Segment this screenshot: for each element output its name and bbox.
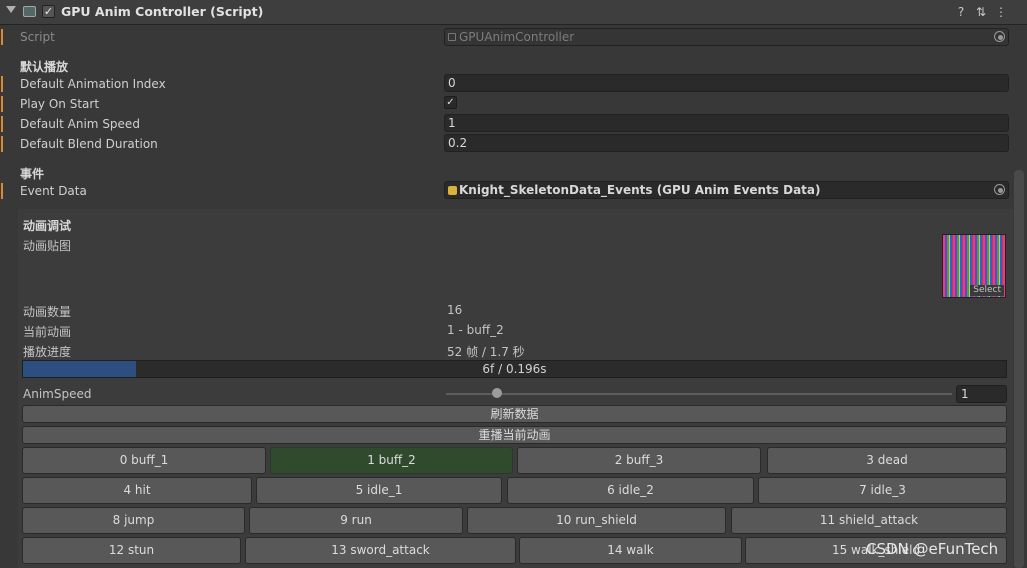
default-anim-speed-label: Default Anim Speed <box>20 117 140 131</box>
anim-button[interactable]: 7 idle_3 <box>758 477 1007 504</box>
override-marker <box>1 116 3 132</box>
default-blend-duration-label: Default Blend Duration <box>20 137 158 151</box>
anim-button[interactable]: 11 shield_attack <box>731 507 1007 534</box>
anim-button[interactable]: 2 buff_3 <box>517 447 761 474</box>
override-marker <box>1 76 3 92</box>
progress-bar-text: 6f / 0.196s <box>482 362 547 376</box>
play-on-start-label: Play On Start <box>20 97 100 111</box>
anim-button[interactable]: 8 jump <box>22 507 245 534</box>
progress-label: 播放进度 <box>23 345 72 359</box>
event-data-label: Event Data <box>20 184 87 198</box>
component-title: GPU Anim Controller (Script) <box>61 4 264 19</box>
progress-value: 52 帧 / 1.7 秒 <box>447 345 525 359</box>
anim-button[interactable]: 12 stun <box>22 537 241 564</box>
default-animation-index-label: Default Animation Index <box>20 77 166 91</box>
animation-texture-thumbnail[interactable]: Select <box>942 234 1006 298</box>
texture-select-button[interactable]: Select <box>970 285 1004 296</box>
script-component-icon <box>23 6 36 17</box>
script-file-icon <box>448 33 456 41</box>
anim-speed-label: AnimSpeed <box>23 387 92 401</box>
anim-button[interactable]: 13 sword_attack <box>245 537 516 564</box>
anim-button[interactable]: 9 run <box>249 507 463 534</box>
default-blend-duration-field[interactable]: 0.2 <box>444 134 1009 152</box>
anim-button[interactable]: 3 dead <box>767 447 1007 474</box>
help-icon[interactable]: ? <box>954 4 968 20</box>
presets-icon[interactable]: ⇅ <box>974 4 988 20</box>
replay-current-anim-button[interactable]: 重播当前动画 <box>22 426 1007 444</box>
override-marker <box>1 136 3 152</box>
default-anim-speed-field[interactable]: 1 <box>444 114 1009 132</box>
anim-speed-slider-thumb[interactable] <box>491 388 502 398</box>
inspector-scrollbar[interactable] <box>1014 170 1024 568</box>
anim-button[interactable]: 14 walk <box>519 537 742 564</box>
event-data-field[interactable]: Knight_SkeletonData_Events (GPU Anim Eve… <box>444 181 1009 199</box>
context-menu-icon[interactable]: ⋮ <box>994 4 1008 20</box>
scriptable-object-icon <box>448 186 457 195</box>
script-field[interactable]: GPUAnimController <box>444 28 1009 46</box>
anim-speed-slider-track[interactable] <box>446 393 952 395</box>
anim-button[interactable]: 0 buff_1 <box>22 447 266 474</box>
refresh-data-button[interactable]: 刷新数据 <box>22 405 1007 423</box>
anim-button[interactable]: 5 idle_1 <box>256 477 502 504</box>
texture-label: 动画贴图 <box>23 239 72 253</box>
script-label: Script <box>20 30 55 44</box>
override-marker <box>1 96 3 112</box>
current-anim-value: 1 - buff_2 <box>447 323 504 337</box>
current-anim-label: 当前动画 <box>23 325 72 339</box>
play-on-start-checkbox[interactable]: ✓ <box>444 96 457 109</box>
script-field-value: GPUAnimController <box>459 30 575 44</box>
anim-speed-field[interactable]: 1 <box>956 385 1007 403</box>
debug-title: 动画调试 <box>23 219 72 233</box>
object-picker-icon[interactable] <box>994 31 1005 42</box>
event-data-value: Knight_SkeletonData_Events (GPU Anim Eve… <box>459 183 821 197</box>
anim-count-label: 动画数量 <box>23 305 72 319</box>
anim-button[interactable]: 1 buff_2 <box>270 447 513 474</box>
override-marker <box>1 29 3 45</box>
object-picker-icon[interactable] <box>994 184 1005 195</box>
anim-button[interactable]: 10 run_shield <box>467 507 726 534</box>
default-animation-index-field[interactable]: 0 <box>444 74 1009 92</box>
anim-button[interactable]: 6 idle_2 <box>507 477 754 504</box>
section-default-play: 默认播放 <box>20 60 69 74</box>
playback-progress-bar: 6f / 0.196s <box>22 360 1007 378</box>
section-events: 事件 <box>20 167 45 181</box>
override-marker <box>1 183 3 199</box>
foldout-arrow-icon[interactable] <box>6 6 16 13</box>
component-enabled-checkbox[interactable]: ✓ <box>42 5 55 18</box>
anim-count-value: 16 <box>447 303 463 317</box>
anim-button[interactable]: 4 hit <box>22 477 252 504</box>
watermark: CSDN @eFunTech <box>866 540 999 558</box>
